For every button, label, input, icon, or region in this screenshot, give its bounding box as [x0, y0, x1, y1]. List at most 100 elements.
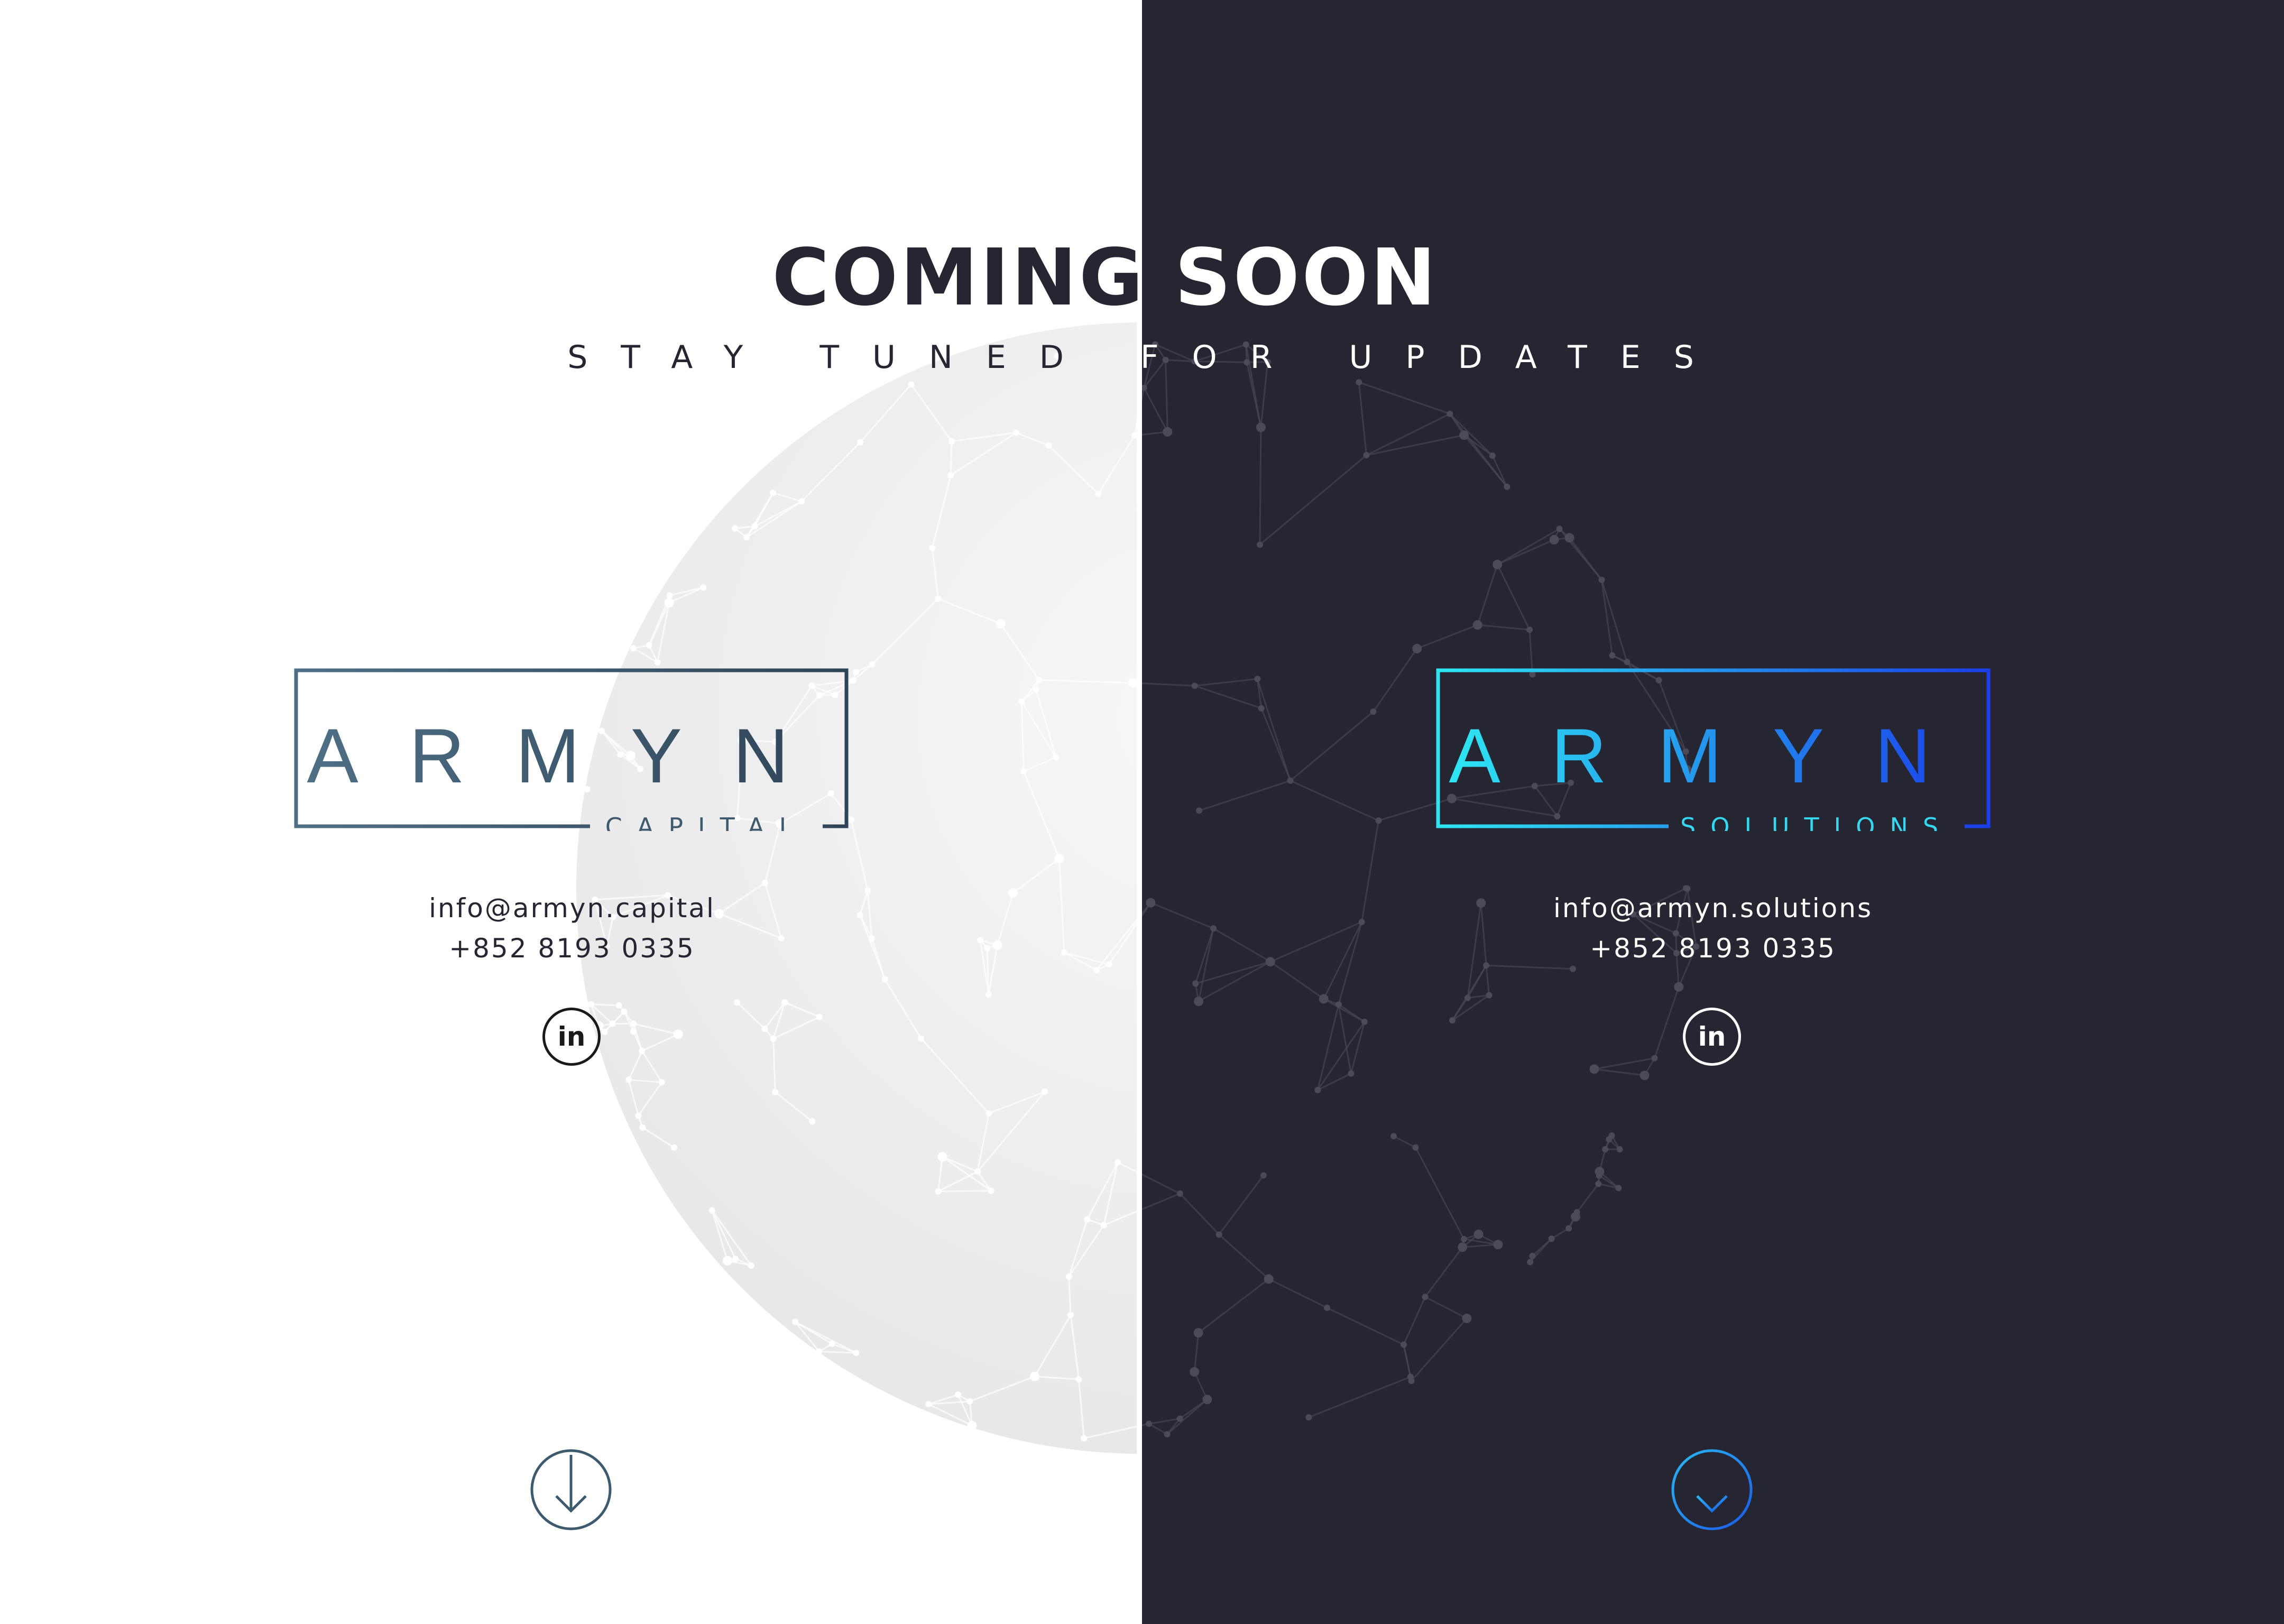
network-node [1549, 534, 1559, 545]
network-link [1148, 1418, 1180, 1425]
network-node [625, 1076, 632, 1083]
network-link [1199, 780, 1291, 811]
armyn-solutions-logo[interactable]: ARMYN SOLUTIONS [1436, 667, 1991, 831]
network-node [1081, 1435, 1088, 1442]
network-link [1327, 1307, 1404, 1345]
network-node [1493, 559, 1503, 569]
network-node [770, 1035, 777, 1042]
network-link [1424, 1296, 1468, 1320]
network-link [1198, 1278, 1269, 1334]
network-node [1548, 1235, 1555, 1242]
network-link [1424, 1247, 1463, 1298]
network-node [762, 880, 769, 887]
network-link [1358, 382, 1367, 456]
network-node [1254, 676, 1261, 682]
network-node [1422, 1294, 1429, 1300]
network-link [1198, 961, 1271, 1002]
network-node [770, 490, 777, 496]
network-link [1416, 624, 1478, 650]
network-node [1192, 980, 1199, 987]
network-node [856, 912, 863, 919]
network-node [853, 1349, 860, 1356]
network-node [1176, 1190, 1183, 1197]
network-node [1018, 698, 1025, 705]
network-node [992, 940, 1002, 950]
network-link [1193, 1333, 1200, 1372]
network-node [1061, 949, 1067, 956]
network-node [1464, 994, 1471, 1001]
network-node [1486, 992, 1493, 999]
network-link [1338, 1004, 1352, 1074]
network-link [1270, 921, 1362, 963]
network-node [1609, 652, 1616, 659]
network-node [1265, 957, 1275, 967]
network-node [1412, 1144, 1419, 1151]
network-node [1193, 1328, 1203, 1338]
network-link [1323, 998, 1365, 1023]
network-node [1115, 1159, 1121, 1166]
network-node [1305, 1414, 1312, 1421]
network-link [1477, 624, 1530, 631]
network-link [1316, 1004, 1340, 1091]
network-node [868, 935, 875, 942]
network-node [1256, 422, 1266, 432]
network-node [881, 976, 888, 983]
arrow-down-circle-icon[interactable] [529, 1447, 613, 1532]
network-node [639, 1124, 646, 1131]
network-link [1497, 528, 1560, 566]
network-node [1045, 442, 1052, 449]
network-node [1447, 410, 1453, 417]
network-node [967, 1420, 977, 1431]
network-node [1458, 1242, 1468, 1252]
network-link [1150, 902, 1214, 929]
linkedin-icon[interactable]: in [542, 1008, 601, 1066]
network-node [630, 645, 637, 652]
network-node [1075, 1376, 1082, 1383]
armyn-capital-logo[interactable]: ARMYN CAPITAL [294, 667, 849, 831]
linkedin-icon[interactable]: in [1683, 1008, 1741, 1066]
network-node [1489, 452, 1496, 459]
network-node [828, 1340, 835, 1347]
arrow-down-circle-icon[interactable] [1670, 1447, 1754, 1532]
network-node [948, 438, 955, 445]
network-node [1142, 384, 1147, 391]
network-node [1190, 1367, 1200, 1377]
network-node [1615, 1185, 1622, 1192]
network-link [1569, 537, 1603, 580]
network-node [1196, 807, 1203, 814]
network-node [918, 1035, 925, 1042]
network-node [1589, 1064, 1599, 1074]
network-node [1624, 659, 1631, 666]
network-node [1095, 490, 1102, 497]
network-node [1093, 967, 1100, 974]
network-node [1324, 1304, 1331, 1311]
network-link [1654, 986, 1680, 1059]
network-node [1596, 1172, 1603, 1179]
network-link [1259, 427, 1262, 545]
network-node [1571, 1212, 1581, 1222]
email-link[interactable]: info@armyn.solutions [1449, 888, 1977, 928]
network-node [1400, 1341, 1407, 1348]
phone-number[interactable]: +852 8193 0335 [1449, 928, 1977, 968]
network-node [985, 991, 992, 998]
network-node [1472, 620, 1482, 630]
network-node [1473, 1229, 1484, 1239]
capital-contact: info@armyn.capital +852 8193 0335 [308, 888, 836, 968]
network-node [664, 598, 674, 608]
phone-number[interactable]: +852 8193 0335 [308, 928, 836, 968]
email-link[interactable]: info@armyn.capital [308, 888, 836, 928]
network-node [937, 1152, 947, 1162]
network-node [1036, 677, 1043, 684]
network-node [1128, 678, 1137, 688]
network-node [1363, 452, 1370, 459]
network-node [864, 887, 871, 894]
network-link [1268, 1278, 1328, 1309]
network-node [708, 1207, 715, 1214]
network-node [1616, 1146, 1623, 1153]
network-node [850, 677, 856, 684]
network-node [1598, 576, 1605, 583]
linkedin-label: in [557, 1021, 586, 1052]
network-node [1358, 919, 1365, 926]
network-link [1485, 965, 1490, 995]
network-link [1213, 927, 1271, 963]
